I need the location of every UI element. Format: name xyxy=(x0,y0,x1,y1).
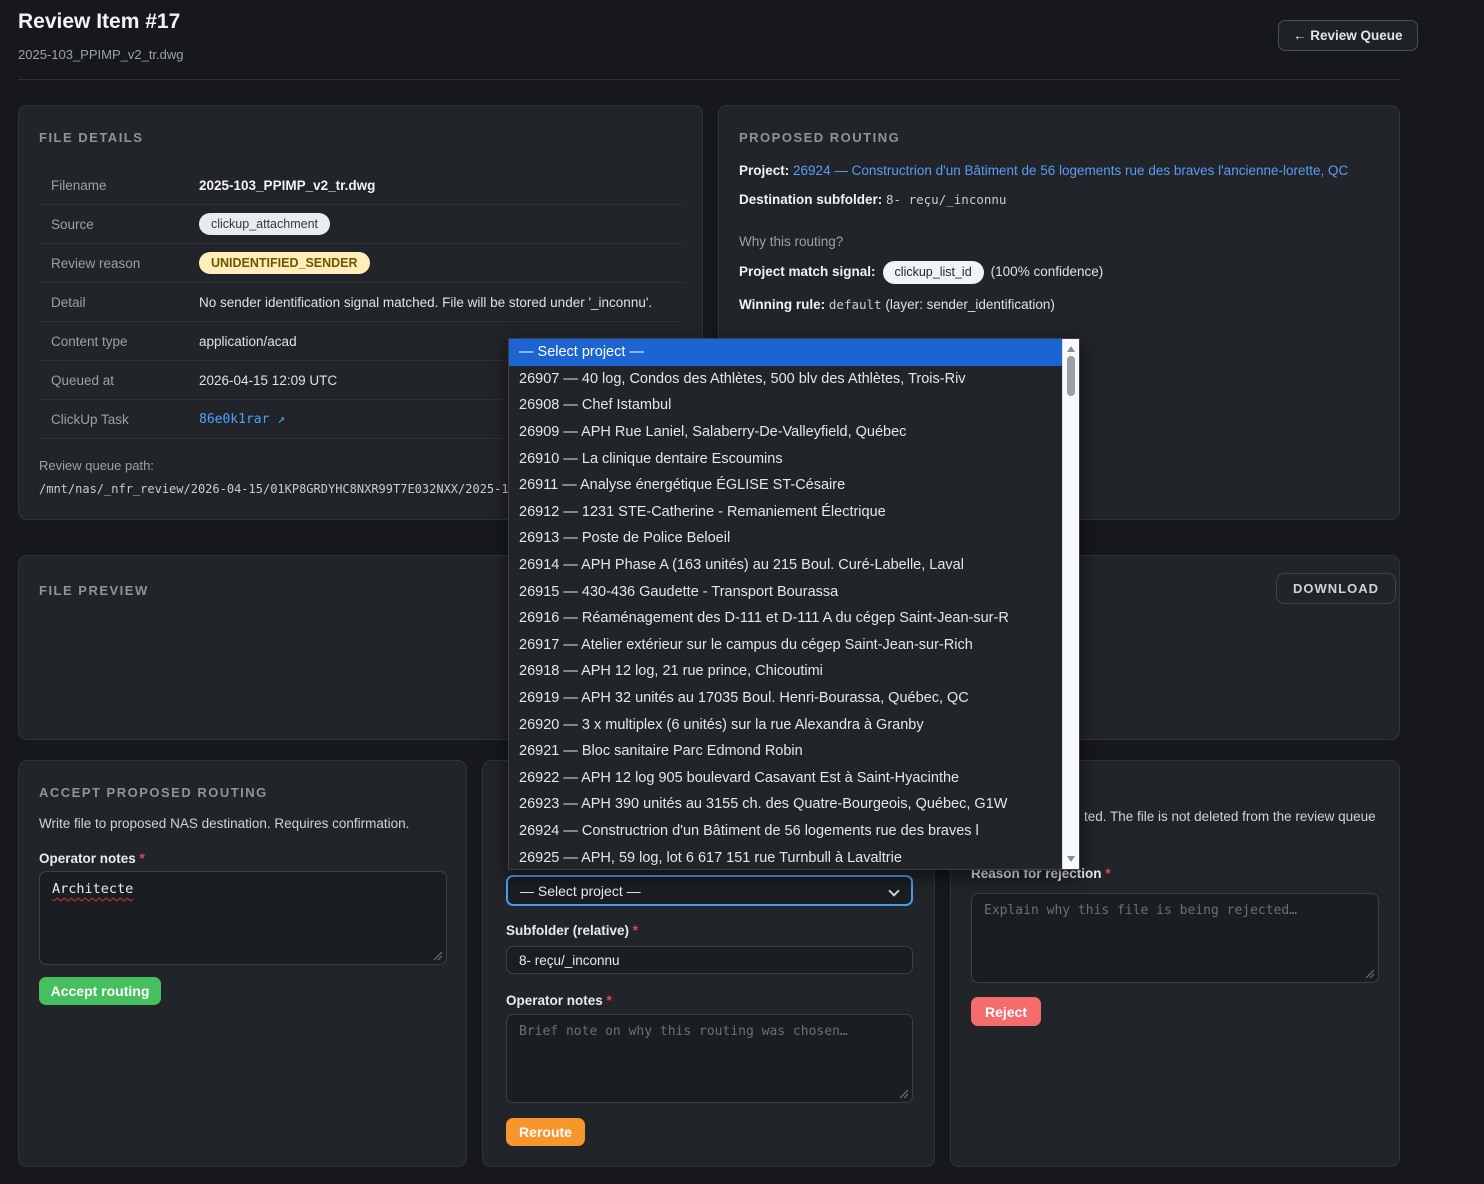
proposed-project-link[interactable]: 26924 — Constructrion d'un Bâtiment de 5… xyxy=(793,163,1348,178)
project-dropdown-option[interactable]: 26921 — Bloc sanitaire Parc Edmond Robin xyxy=(509,738,1062,765)
project-select[interactable]: — Select project — xyxy=(506,875,913,906)
download-button[interactable]: DOWNLOAD xyxy=(1276,573,1396,604)
table-row-detail: Detail No sender identification signal m… xyxy=(39,283,684,322)
required-mark: * xyxy=(607,993,612,1008)
table-row-filename: Filename 2025-103_PPIMP_v2_tr.dwg xyxy=(39,166,684,205)
dropdown-scrollbar[interactable] xyxy=(1062,339,1079,869)
subfolder-input[interactable] xyxy=(506,946,913,974)
reject-reason-textarea-wrap xyxy=(971,893,1379,983)
winning-rule-value: default xyxy=(829,297,882,312)
project-dropdown-option[interactable]: 26913 — Poste de Police Beloeil xyxy=(509,525,1062,552)
table-row-review-reason: Review reason UNIDENTIFIED_SENDER xyxy=(39,244,684,283)
project-dropdown-option[interactable]: 26909 — APH Rue Laniel, Salaberry-De-Val… xyxy=(509,419,1062,446)
source-badge: clickup_attachment xyxy=(199,213,330,236)
detail-value: No sender identification signal matched.… xyxy=(199,295,652,310)
project-dropdown-option[interactable]: 26907 — 40 log, Condos des Athlètes, 500… xyxy=(509,366,1062,393)
project-dropdown-option[interactable]: 26925 — APH, 59 log, lot 6 617 151 rue T… xyxy=(509,844,1062,869)
scroll-up-icon[interactable] xyxy=(1067,346,1075,352)
project-dropdown-option[interactable]: 26915 — 430-436 Gaudette - Transport Bou… xyxy=(509,578,1062,605)
why-routing-label: Why this routing? xyxy=(739,232,1379,252)
file-preview-heading: FILE PREVIEW xyxy=(39,583,149,598)
winning-rule-line: Winning rule: default (layer: sender_ide… xyxy=(739,295,1379,315)
accept-routing-panel: ACCEPT PROPOSED ROUTING Write file to pr… xyxy=(18,760,467,1167)
proposed-project-line: Project: 26924 — Constructrion d'un Bâti… xyxy=(739,161,1379,181)
accept-notes-label: Operator notes * xyxy=(39,851,145,866)
reject-panel-description-fragment: ted. The file is not deleted from the re… xyxy=(1084,809,1384,824)
accept-notes-textarea[interactable]: Architecte xyxy=(39,871,447,965)
file-details-heading: FILE DETAILS xyxy=(39,130,143,145)
content-type-value: application/acad xyxy=(199,334,297,349)
scroll-down-icon[interactable] xyxy=(1067,856,1075,862)
resize-grip-icon[interactable] xyxy=(433,951,443,961)
match-signal-line: Project match signal: clickup_list_id (1… xyxy=(739,261,1379,284)
accept-routing-button[interactable]: Accept routing xyxy=(39,977,161,1005)
project-dropdown-option[interactable]: 26922 — APH 12 log 905 boulevard Casavan… xyxy=(509,765,1062,792)
accept-panel-description: Write file to proposed NAS destination. … xyxy=(39,816,446,831)
match-signal-confidence: (100% confidence) xyxy=(991,262,1104,282)
proposed-routing-heading: PROPOSED ROUTING xyxy=(739,130,1379,145)
table-row-source: Source clickup_attachment xyxy=(39,205,684,244)
project-dropdown-option[interactable]: 26917 — Atelier extérieur sur le campus … xyxy=(509,632,1062,659)
review-reason-badge: UNIDENTIFIED_SENDER xyxy=(199,252,370,275)
project-dropdown-option[interactable]: 26912 — 1231 STE-Catherine - Remaniement… xyxy=(509,499,1062,526)
project-dropdown-option[interactable]: 26923 — APH 390 unités au 3155 ch. des Q… xyxy=(509,791,1062,818)
reroute-button[interactable]: Reroute xyxy=(506,1118,585,1146)
accept-panel-heading: ACCEPT PROPOSED ROUTING xyxy=(39,785,268,800)
subfolder-label: Subfolder (relative) * xyxy=(506,923,638,938)
project-dropdown-option[interactable]: 26918 — APH 12 log, 21 rue prince, Chico… xyxy=(509,658,1062,685)
project-select-dropdown: — Select project —26907 — 40 log, Condos… xyxy=(508,338,1080,870)
project-dropdown-option[interactable]: 26924 — Constructrion d'un Bâtiment de 5… xyxy=(509,818,1062,845)
project-dropdown-option[interactable]: 26910 — La clinique dentaire Escoumins xyxy=(509,445,1062,472)
required-mark: * xyxy=(1105,866,1110,881)
review-item-page: Review Item #17 2025-103_PPIMP_v2_tr.dwg… xyxy=(0,0,1484,1184)
scrollbar-thumb[interactable] xyxy=(1067,356,1075,396)
project-dropdown-option[interactable]: 26911 — Analyse énergétique ÉGLISE ST-Cé… xyxy=(509,472,1062,499)
external-link-icon: ↗ xyxy=(277,412,285,427)
required-mark: * xyxy=(140,851,145,866)
reject-button[interactable]: Reject xyxy=(971,997,1041,1026)
winning-rule-layer: (layer: sender_identification) xyxy=(885,297,1055,312)
queue-path-label: Review queue path: xyxy=(39,458,154,473)
project-dropdown-option[interactable]: 26916 — Réaménagement des D-111 et D-111… xyxy=(509,605,1062,632)
proposed-destination-line: Destination subfolder: 8- reçu/_inconnu xyxy=(739,190,1379,210)
reject-reason-textarea[interactable] xyxy=(972,894,1378,982)
project-dropdown-option[interactable]: 26919 — APH 32 unités au 17035 Boul. Hen… xyxy=(509,685,1062,712)
header-divider xyxy=(18,79,1400,80)
queue-path-value: /mnt/nas/_nfr_review/2026-04-15/01KP8GRD… xyxy=(39,482,538,496)
project-dropdown-option[interactable]: 26908 — Chef Istambul xyxy=(509,392,1062,419)
accept-notes-value: Architecte xyxy=(52,881,133,897)
project-dropdown-list: — Select project —26907 — 40 log, Condos… xyxy=(509,339,1062,869)
filename-value: 2025-103_PPIMP_v2_tr.dwg xyxy=(199,178,375,193)
destination-subfolder-value: 8- reçu/_inconnu xyxy=(886,192,1006,207)
project-dropdown-option[interactable]: 26920 — 3 x multiplex (6 unités) sur la … xyxy=(509,711,1062,738)
project-dropdown-option[interactable]: — Select project — xyxy=(509,339,1062,366)
review-queue-back-button[interactable]: ← Review Queue xyxy=(1278,20,1418,51)
required-mark: * xyxy=(633,923,638,938)
reroute-notes-textarea[interactable] xyxy=(507,1015,912,1102)
page-title: Review Item #17 xyxy=(18,10,180,34)
page-subtitle: 2025-103_PPIMP_v2_tr.dwg xyxy=(18,47,184,62)
project-dropdown-option[interactable]: 26914 — APH Phase A (163 unités) au 215 … xyxy=(509,552,1062,579)
reroute-notes-textarea-wrap xyxy=(506,1014,913,1103)
reroute-notes-label: Operator notes * xyxy=(506,993,612,1008)
clickup-task-link[interactable]: 86e0k1rar ↗ xyxy=(199,412,285,427)
match-signal-badge: clickup_list_id xyxy=(883,261,984,284)
queued-at-value: 2026-04-15 12:09 UTC xyxy=(199,373,337,388)
chevron-down-icon xyxy=(888,885,899,896)
